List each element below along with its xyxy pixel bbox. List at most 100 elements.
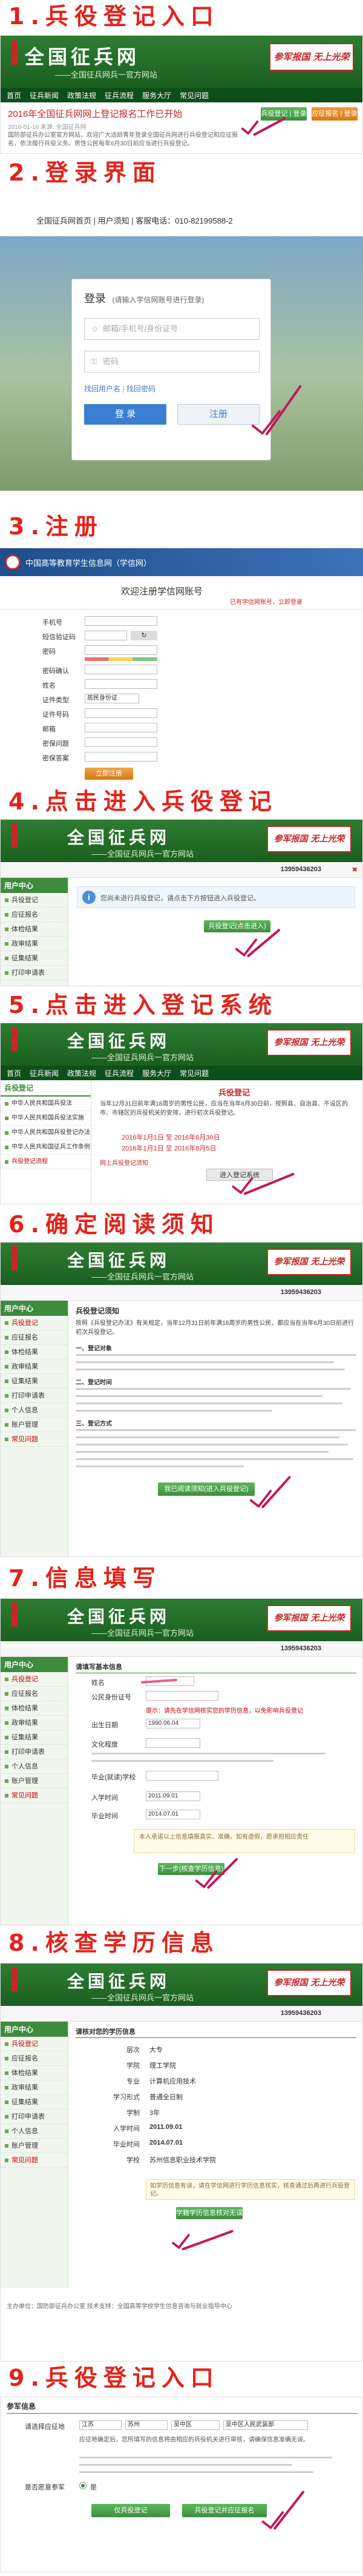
get-code-button[interactable]: ↻ — [131, 631, 157, 640]
sidebar-item[interactable]: 体检结果 — [1, 1345, 68, 1359]
nav-news[interactable]: 征兵新闻 — [30, 90, 59, 101]
sidebar-item[interactable]: 打印申请表 — [1, 966, 68, 980]
school-input[interactable] — [146, 1771, 218, 1781]
sidebar-item[interactable]: 兵役登记 — [1, 1316, 68, 1330]
nav-faq[interactable]: 常见问题 — [180, 90, 209, 101]
phone-input[interactable] — [85, 616, 157, 626]
sidebar-item[interactable]: 常见问题 — [1, 1432, 68, 1447]
id-type-select[interactable]: 居民身份证 — [85, 694, 139, 703]
sidebar-item[interactable]: 政审结果 — [1, 2080, 68, 2095]
sidebar-item[interactable]: 应征报名 — [1, 2051, 68, 2066]
register-button[interactable]: 注册 — [177, 404, 260, 425]
nav-flow[interactable]: 征兵流程 — [105, 90, 134, 101]
password-field[interactable]: ⚿ 密码 — [84, 351, 260, 373]
flag-icon — [11, 823, 18, 848]
user-icon: ☺ — [91, 324, 99, 333]
sidebar-item[interactable]: 个人信息 — [1, 1759, 68, 1774]
register-submit-button[interactable]: 立即注册 — [85, 768, 133, 780]
email-input[interactable] — [85, 723, 157, 732]
sidebar-item[interactable]: 账户管理 — [1, 1774, 68, 1788]
agree-radio[interactable] — [79, 2482, 87, 2489]
sidebar-item[interactable]: 账户管理 — [1, 1418, 68, 1432]
grad-date-input[interactable]: 2014.07.01 — [146, 1810, 200, 1819]
forgot-username-link[interactable]: 找回用户名 — [84, 385, 120, 393]
city-select[interactable]: 苏州 — [125, 2420, 168, 2430]
sidebar-item[interactable]: 政审结果 — [1, 937, 68, 951]
sidebar-item[interactable]: 征集结果 — [1, 1374, 68, 1389]
sidebar-item[interactable]: 应征报名 — [1, 1687, 68, 1701]
page-footer: 主办单位：国防部征兵办公室 技术支持：全国高等学校学生信息咨询与就业指导中心 — [7, 2303, 232, 2310]
step8-section: 8.核查学历信息 全国征兵网 ——全国征兵网兵一官方网站 参军报国 无上光荣 1… — [0, 1925, 363, 2362]
nav-faq[interactable]: 常见问题 — [180, 1068, 209, 1078]
sidebar-item[interactable]: 个人信息 — [1, 1403, 68, 1418]
sidebar-item[interactable]: 账户管理 — [1, 2139, 68, 2153]
sidebar-item[interactable]: 中华人民共和国兵役法实施 — [1, 1111, 91, 1126]
login-existing-link[interactable]: 已有学信网账号，立即登录 — [230, 597, 302, 606]
sidebar-item[interactable]: 应征报名 — [1, 908, 68, 922]
sidebar-item[interactable]: 体检结果 — [1, 2066, 68, 2080]
email-label: 邮箱 — [42, 726, 56, 733]
name-input[interactable] — [85, 679, 157, 689]
culture-select[interactable] — [146, 1738, 200, 1748]
sidebar-item[interactable]: 应征报名 — [1, 1330, 68, 1345]
sidebar-item[interactable]: 中华人民共和国兵役法 — [1, 1097, 91, 1111]
sidebar-item[interactable]: 打印申请表 — [1, 2110, 68, 2124]
enter-date-input[interactable]: 2011.09.01 — [146, 1791, 200, 1801]
nav-service[interactable]: 服务大厅 — [142, 90, 171, 101]
nav-news[interactable]: 征兵新闻 — [30, 1068, 59, 1078]
step1-section: 1.兵役登记入口 全国征兵网 ——全国征兵网兵一官方网站 参军报国 无上光荣 首… — [0, 0, 363, 156]
nav-home[interactable]: 首页 — [7, 1068, 21, 1078]
nav-home[interactable]: 首页 — [7, 90, 21, 101]
sidebar-item[interactable]: 打印申请表 — [1, 1389, 68, 1403]
sidebar-item[interactable]: 常见问题 — [1, 2153, 68, 2168]
notice-headline[interactable]: 2016年全国征兵网网上登记报名工作已开始 — [8, 107, 182, 120]
registration-notice-link[interactable]: 网上兵役登记须知 — [100, 1158, 148, 1167]
nav-policy[interactable]: 政策法规 — [67, 1068, 96, 1078]
sidebar-item[interactable]: 体检结果 — [1, 922, 68, 937]
register-only-button[interactable]: 仅兵役登记 — [91, 2504, 170, 2517]
sidebar-item[interactable]: 征集结果 — [1, 2095, 68, 2110]
birth-label: 出生日期 — [91, 1722, 118, 1729]
sidebar-item[interactable]: 兵役登记 — [1, 2037, 68, 2051]
sidebar-item[interactable]: 政审结果 — [1, 1359, 68, 1374]
sidebar-item[interactable]: 中华人民共和国兵役登记办法 — [1, 1126, 91, 1140]
logout-link[interactable]: ✖ — [352, 866, 358, 874]
nav-service[interactable]: 服务大厅 — [142, 1068, 171, 1078]
login-header-links[interactable]: 全国征兵网首页 | 用户须知 | 客服电话：010-82199588-2 — [36, 214, 233, 226]
sidebar-item[interactable]: 中华人民共和国征兵工作条例 — [1, 1140, 91, 1155]
education-confirm-button[interactable]: 学籍学历信息核对无误 — [176, 2207, 243, 2219]
forgot-password-link[interactable]: 找回密码 — [126, 385, 155, 393]
password-confirm-input[interactable] — [85, 665, 157, 674]
row-label: 学制 — [126, 2110, 140, 2117]
confirm-read-button[interactable]: 我已阅读须知(进入兵役登记) — [158, 1482, 255, 1496]
enlist-apply-button[interactable]: 应征报名 | 登录 — [312, 107, 358, 121]
register-and-apply-button[interactable]: 兵役登记并应征报名 — [182, 2504, 267, 2517]
district-select[interactable]: 吴中区 — [171, 2420, 220, 2430]
birth-input[interactable]: 1990.06.04 — [146, 1719, 200, 1728]
sidebar-item[interactable]: 兵役登记 — [1, 893, 68, 908]
security-answer-input[interactable] — [85, 752, 157, 762]
nav-flow[interactable]: 征兵流程 — [105, 1068, 134, 1078]
province-select[interactable]: 江苏 — [79, 2420, 122, 2430]
username-field[interactable]: ☺ 邮箱/手机号/身份证号 — [84, 318, 260, 340]
id-number-input[interactable] — [85, 708, 157, 718]
enter-registration-button[interactable]: 兵役登记(点击进入) — [204, 920, 270, 932]
sidebar-item[interactable]: 兵役登记流程 — [1, 1155, 91, 1169]
sidebar-item[interactable]: 打印申请表 — [1, 1745, 68, 1759]
name-label: 姓名 — [91, 1679, 105, 1687]
sidebar-item[interactable]: 政审结果 — [1, 1716, 68, 1730]
login-button[interactable]: 登 录 — [84, 404, 166, 425]
id-input[interactable] — [146, 1691, 218, 1701]
office-select[interactable]: 吴中区人民武装部 — [223, 2420, 308, 2430]
sidebar-item[interactable]: 兵役登记 — [1, 1672, 68, 1687]
password-input[interactable] — [85, 645, 157, 655]
security-question-select[interactable] — [85, 737, 157, 747]
nav-policy[interactable]: 政策法规 — [67, 90, 96, 101]
sidebar-item[interactable]: 体检结果 — [1, 1701, 68, 1716]
sidebar-item[interactable]: 征集结果 — [1, 951, 68, 966]
sidebar-item[interactable]: 征集结果 — [1, 1730, 68, 1745]
sidebar-item[interactable]: 个人信息 — [1, 2124, 68, 2139]
sms-code-input[interactable] — [85, 631, 127, 640]
username-placeholder: 邮箱/手机号/身份证号 — [103, 324, 178, 333]
sidebar-item[interactable]: 常见问题 — [1, 1788, 68, 1803]
